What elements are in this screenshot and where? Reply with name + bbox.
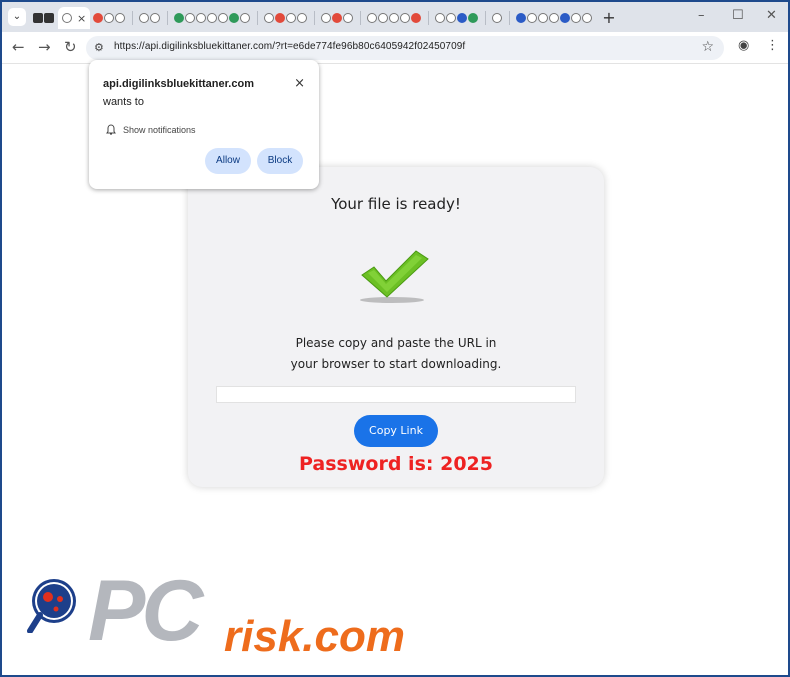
watermark-pc: PC <box>88 563 203 659</box>
tab-group-1[interactable] <box>90 7 129 29</box>
popup-close-icon[interactable]: × <box>294 76 305 91</box>
tab-favicon-icon <box>218 13 229 23</box>
tab-favicon-icon <box>571 13 582 23</box>
tab-group-6[interactable] <box>364 7 425 29</box>
reload-icon[interactable]: ↻ <box>64 38 77 56</box>
tab-favicon-icon <box>549 13 560 23</box>
tab-favicon-icon <box>115 13 126 23</box>
tab-favicon-icon <box>297 13 308 23</box>
tabs: × + <box>30 7 616 29</box>
minimize-icon[interactable]: – <box>698 8 705 23</box>
tab-favicon-icon <box>400 13 411 23</box>
tab-separator <box>132 11 134 25</box>
block-button[interactable]: Block <box>257 148 303 174</box>
tab-favicon-icon <box>196 13 207 23</box>
copy-link-button[interactable]: Copy Link <box>354 415 438 447</box>
tab-separator <box>485 11 487 25</box>
instructions-text: Please copy and paste the URL in your br… <box>188 333 604 375</box>
watermark-risk: risk.com <box>224 612 405 661</box>
tab-separator <box>509 11 511 25</box>
tab-favicon-icon <box>286 13 297 23</box>
tab-favicon-icon <box>321 13 332 23</box>
tab-favicon-icon <box>538 13 549 23</box>
tab-favicon-icon <box>343 13 354 23</box>
site-settings-icon[interactable]: ⚙ <box>94 41 104 54</box>
instruction-line-2: your browser to start downloading. <box>290 357 502 371</box>
tab-favicon-icon <box>411 13 422 23</box>
tab-search-button[interactable]: ⌄ <box>8 8 26 26</box>
tab-favicon-icon <box>446 13 457 23</box>
magnifier-logo-icon <box>27 579 76 633</box>
tab-favicon-icon <box>185 13 196 23</box>
tab-favicon-icon <box>93 13 104 23</box>
tab-favicon-icon <box>174 13 185 23</box>
profile-icon[interactable]: ◉ <box>738 38 749 53</box>
back-arrow-icon[interactable]: ← <box>12 38 25 56</box>
tab-group-8[interactable] <box>489 7 506 29</box>
tab-separator <box>257 11 259 25</box>
tab-1[interactable] <box>30 7 58 29</box>
forward-arrow-icon[interactable]: → <box>38 38 51 56</box>
maximize-icon[interactable]: ☐ <box>732 8 744 23</box>
tab-favicon-icon <box>62 13 72 23</box>
page-title: Your file is ready! <box>331 195 461 213</box>
checkmark-icon <box>360 250 429 303</box>
tab-favicon-icon <box>139 13 150 23</box>
tab-group-5[interactable] <box>318 7 357 29</box>
popup-site-name: api.digilinksbluekittaner.com <box>103 78 254 90</box>
tab-group-7[interactable] <box>432 7 482 29</box>
tab-favicon-icon <box>457 13 468 23</box>
password-text: Password is: 2025 <box>299 453 493 475</box>
tab-favicon-icon <box>560 13 571 23</box>
download-card: Your file is ready! Please copy and past… <box>188 167 604 487</box>
tab-strip: ⌄ × + – ☐ ✕ <box>2 2 788 32</box>
tab-favicon-icon <box>332 13 343 23</box>
popup-wants-to: wants to <box>103 96 144 108</box>
url-text[interactable]: https://api.digilinksbluekittaner.com/?r… <box>114 41 465 52</box>
tab-close-icon[interactable]: × <box>77 12 86 25</box>
tab-favicon-icon <box>240 13 251 23</box>
tab-separator <box>167 11 169 25</box>
tab-group-2[interactable] <box>136 7 164 29</box>
bell-icon <box>106 124 116 135</box>
popup-permission-text: Show notifications <box>123 125 196 135</box>
tab-favicon-icon <box>516 13 527 23</box>
window-close-icon[interactable]: ✕ <box>766 8 777 23</box>
allow-button[interactable]: Allow <box>205 148 251 174</box>
instruction-line-1: Please copy and paste the URL in <box>295 336 497 350</box>
tab-favicon-icon <box>435 13 446 23</box>
tab-separator <box>428 11 430 25</box>
tab-favicon-icon <box>207 13 218 23</box>
notification-permission-popup: api.digilinksbluekittaner.com wants to ×… <box>89 60 319 189</box>
tab-favicon-icon <box>275 13 286 23</box>
tab-favicon-icon <box>582 13 593 23</box>
menu-kebab-icon[interactable]: ⋮ <box>766 38 779 53</box>
address-bar[interactable]: ⚙ https://api.digilinksbluekittaner.com/… <box>86 36 724 60</box>
tab-favicon-icon <box>389 13 400 23</box>
tab-group-9[interactable] <box>513 7 596 29</box>
tab-favicon-icon <box>150 13 161 23</box>
tab-favicon-icon <box>378 13 389 23</box>
tab-favicon-icon <box>468 13 479 23</box>
tab-group-4[interactable] <box>261 7 311 29</box>
tab-favicon-icon <box>492 13 503 23</box>
new-tab-button[interactable]: + <box>602 7 615 29</box>
browser-window: ⌄ × + – ☐ ✕ ← → ↻ ⚙ https://api.digilink… <box>2 2 788 675</box>
tab-favicon-icon <box>264 13 275 23</box>
tab-favicon-icon <box>33 13 43 23</box>
tab-group-3[interactable] <box>171 7 254 29</box>
tab-favicon-icon <box>367 13 378 23</box>
tab-favicon-icon <box>229 13 240 23</box>
tab-separator <box>314 11 316 25</box>
tab-separator <box>360 11 362 25</box>
tab-favicon-icon <box>527 13 538 23</box>
tab-favicon-icon <box>104 13 115 23</box>
tab-active[interactable]: × <box>58 7 91 29</box>
bookmark-star-icon[interactable]: ☆ <box>701 39 714 55</box>
tab-favicon-icon <box>44 13 54 23</box>
url-field[interactable] <box>216 386 576 403</box>
